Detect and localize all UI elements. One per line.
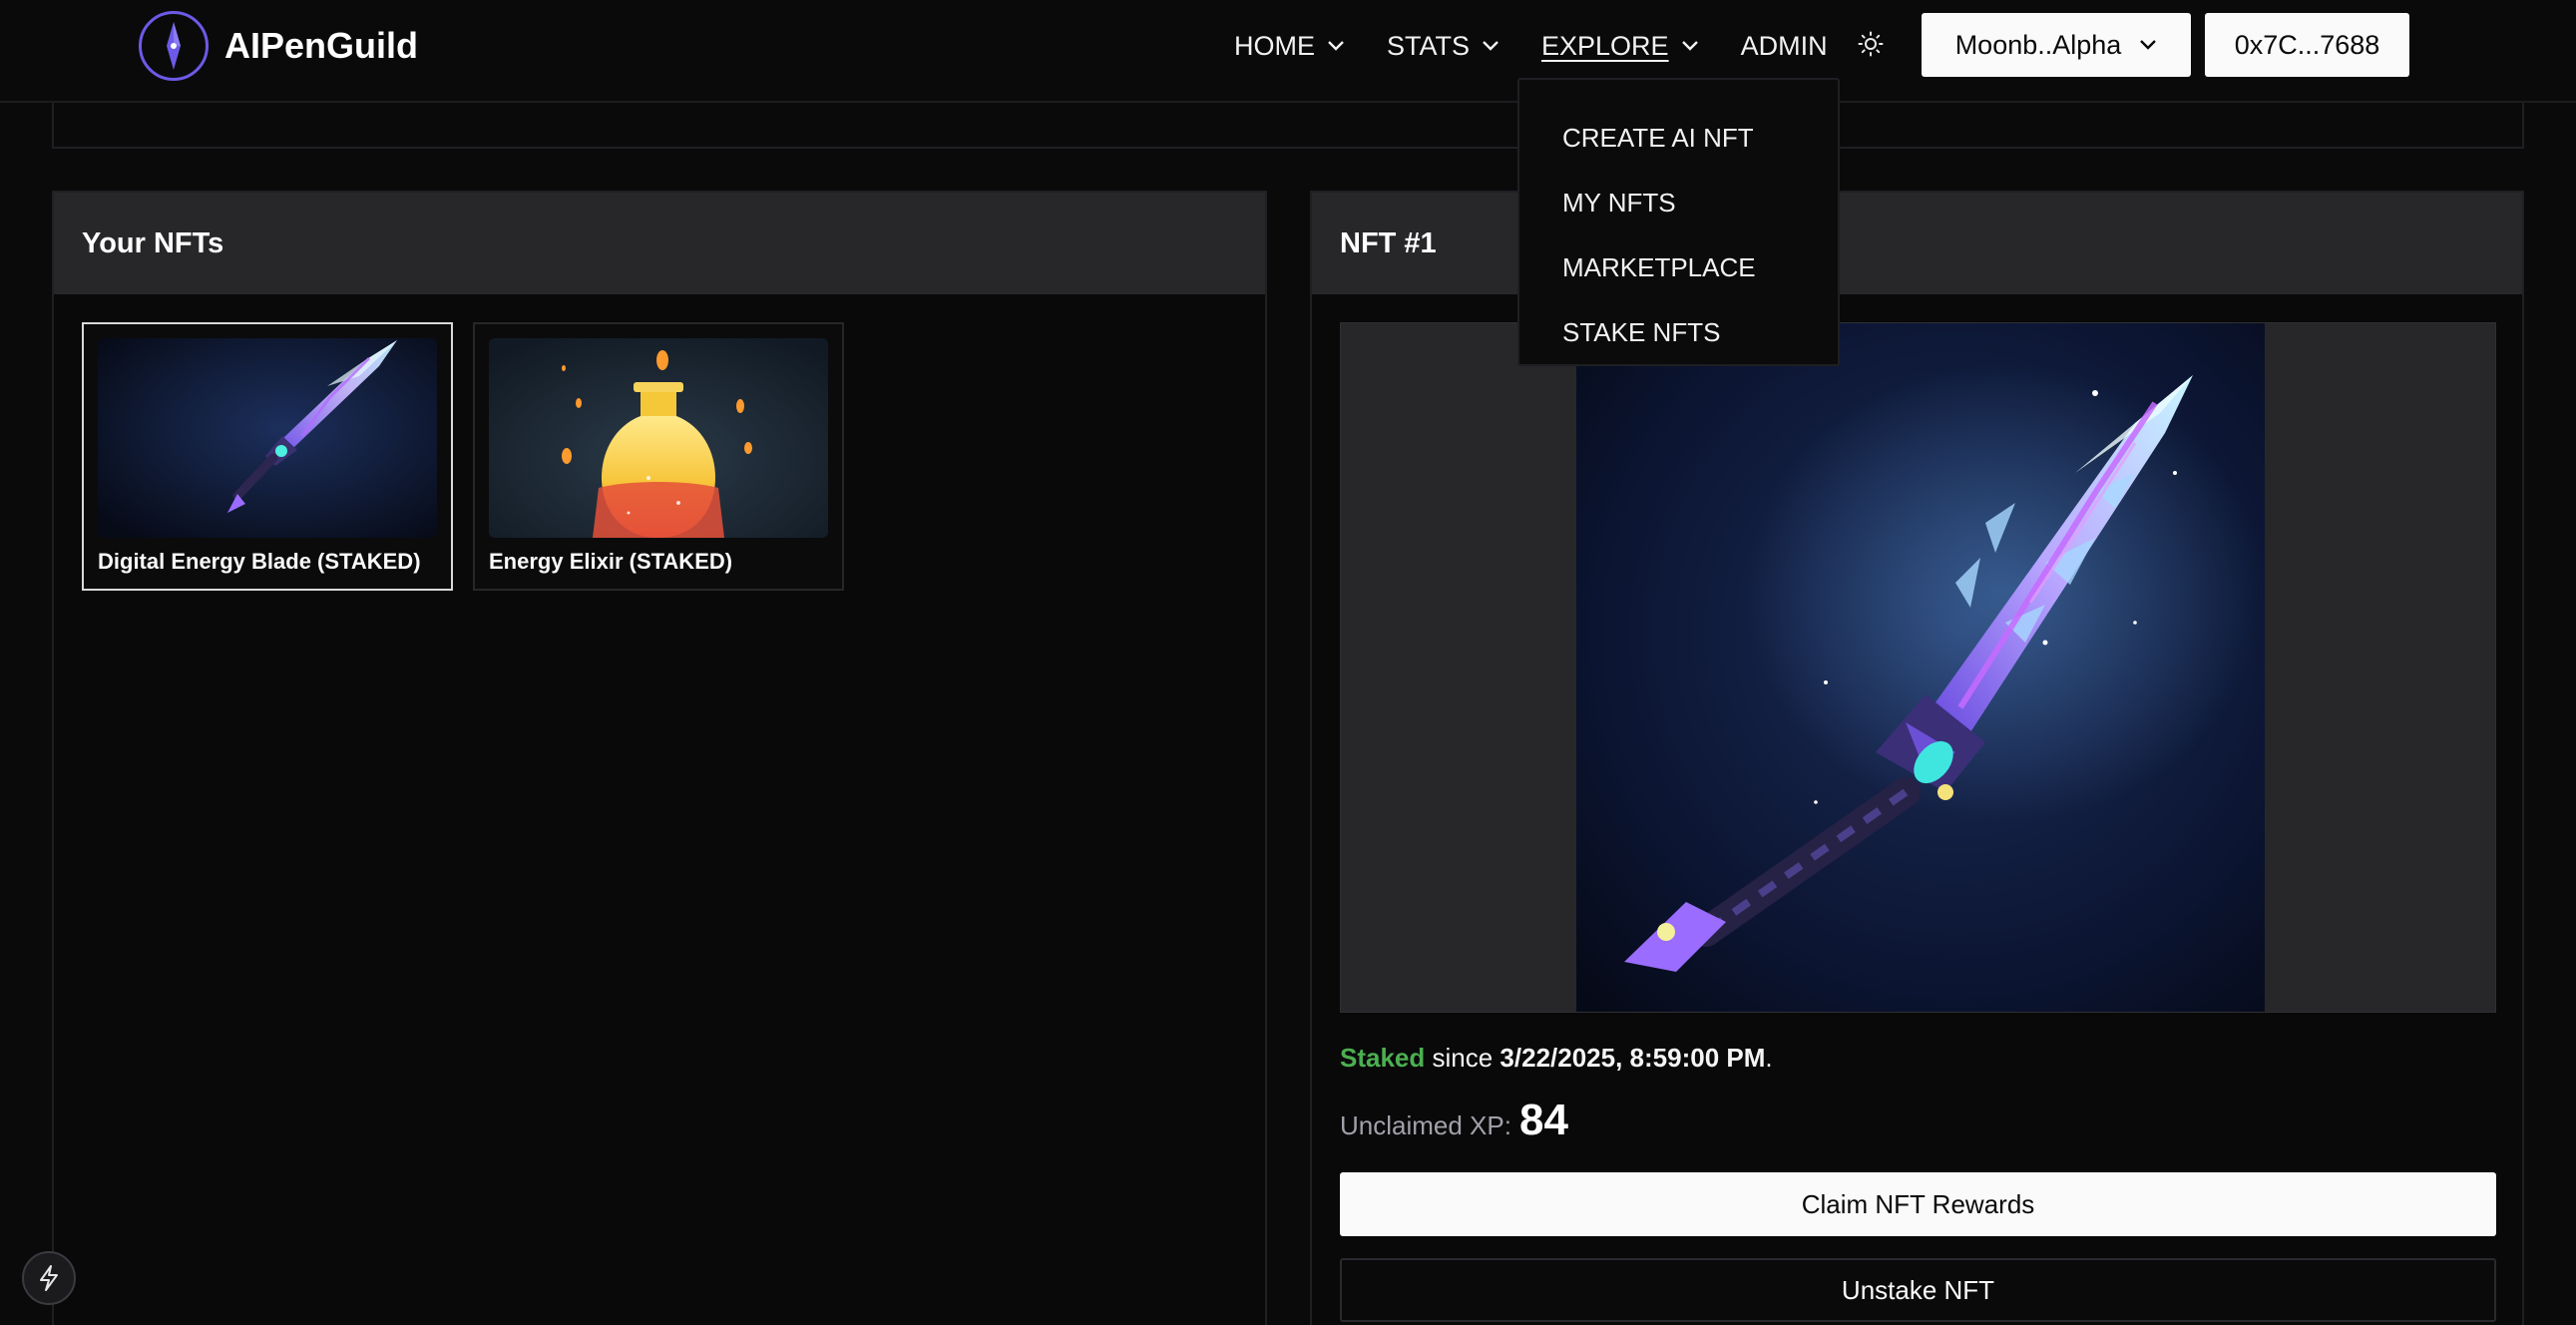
staked-period: . (1765, 1043, 1773, 1073)
nft-card-energy-elixir[interactable]: Energy Elixir (STAKED) (473, 322, 844, 591)
chevron-down-icon (1681, 41, 1698, 51)
nft-detail-panel: NFT #1 Staked since 3/22/2025, 8:59:00 P… (1310, 191, 2524, 1325)
nav-home[interactable]: HOME (1234, 31, 1345, 62)
wallet-address-button[interactable]: 0x7C...7688 (2205, 13, 2409, 77)
bolt-icon (40, 1265, 58, 1291)
nav-explore-label: EXPLORE (1541, 30, 1669, 61)
chevron-down-icon (2140, 40, 2157, 50)
main-nav: HOME STATS EXPLORE ADMIN (1234, 24, 1870, 68)
nav-explore[interactable]: EXPLORE (1541, 31, 1699, 62)
chevron-down-icon (1328, 41, 1344, 51)
app-root: AIPenGuild HOME STATS EXPLORE ADMIN Moon… (0, 0, 2576, 1325)
nft-detail-title: NFT #1 (1312, 193, 2522, 294)
nav-stats-label: STATS (1387, 30, 1471, 61)
quick-action-button[interactable] (22, 1251, 76, 1305)
unstake-nft-button[interactable]: Unstake NFT (1340, 1258, 2496, 1322)
staked-since-date: 3/22/2025, 8:59:00 PM (1500, 1043, 1766, 1073)
network-select-button[interactable]: Moonb..Alpha (1922, 13, 2191, 77)
nav-admin-label: ADMIN (1740, 30, 1828, 61)
nav-admin[interactable]: ADMIN (1741, 31, 1828, 62)
menu-item-create-ai-nft[interactable]: CREATE AI NFT (1519, 106, 1838, 171)
wallet-address-label: 0x7C...7688 (2234, 29, 2380, 60)
your-nfts-panel: Your NFTs Digital Energy Blade (STAKED) … (52, 191, 1267, 1325)
chevron-down-icon (1483, 41, 1499, 51)
staked-status-word: Staked (1340, 1043, 1426, 1073)
unclaimed-xp-value: 84 (1518, 1096, 1568, 1144)
menu-item-my-nfts[interactable]: MY NFTS (1519, 171, 1838, 235)
sun-icon (1858, 31, 1884, 57)
nft-grid: Digital Energy Blade (STAKED) Energy Eli… (82, 322, 864, 591)
theme-toggle-button[interactable] (1856, 29, 1886, 59)
unclaimed-xp-line: Unclaimed XP: 84 (1340, 1096, 1568, 1145)
nav-stats[interactable]: STATS (1387, 31, 1500, 62)
nft-preview-frame (1340, 322, 2496, 1013)
energy-blade-thumbnail (98, 338, 437, 538)
nft-card-caption: Digital Energy Blade (STAKED) (98, 549, 421, 574)
top-header: AIPenGuild HOME STATS EXPLORE ADMIN Moon… (0, 0, 2576, 103)
energy-blade-image (1576, 323, 2265, 1012)
nft-card-caption: Energy Elixir (STAKED) (489, 549, 733, 574)
nft-card-digital-energy-blade[interactable]: Digital Energy Blade (STAKED) (82, 322, 453, 591)
staking-status-line: Staked since 3/22/2025, 8:59:00 PM. (1340, 1043, 1773, 1074)
menu-item-stake-nfts[interactable]: STAKE NFTS (1519, 300, 1838, 365)
compass-icon (139, 11, 209, 81)
nav-home-label: HOME (1234, 30, 1315, 61)
brand-logo[interactable]: AIPenGuild (139, 11, 418, 81)
energy-elixir-thumbnail (489, 338, 828, 538)
claim-rewards-button[interactable]: Claim NFT Rewards (1340, 1172, 2496, 1236)
unclaimed-xp-label: Unclaimed XP: (1340, 1110, 1511, 1140)
brand-name: AIPenGuild (224, 25, 419, 66)
your-nfts-title: Your NFTs (54, 193, 1265, 294)
top-banner-strip (52, 103, 2524, 149)
network-label: Moonb..Alpha (1954, 29, 2122, 60)
menu-item-marketplace[interactable]: MARKETPLACE (1519, 235, 1838, 300)
staked-since-text: since (1425, 1043, 1501, 1073)
explore-dropdown-menu: CREATE AI NFT MY NFTS MARKETPLACE STAKE … (1517, 78, 1840, 366)
